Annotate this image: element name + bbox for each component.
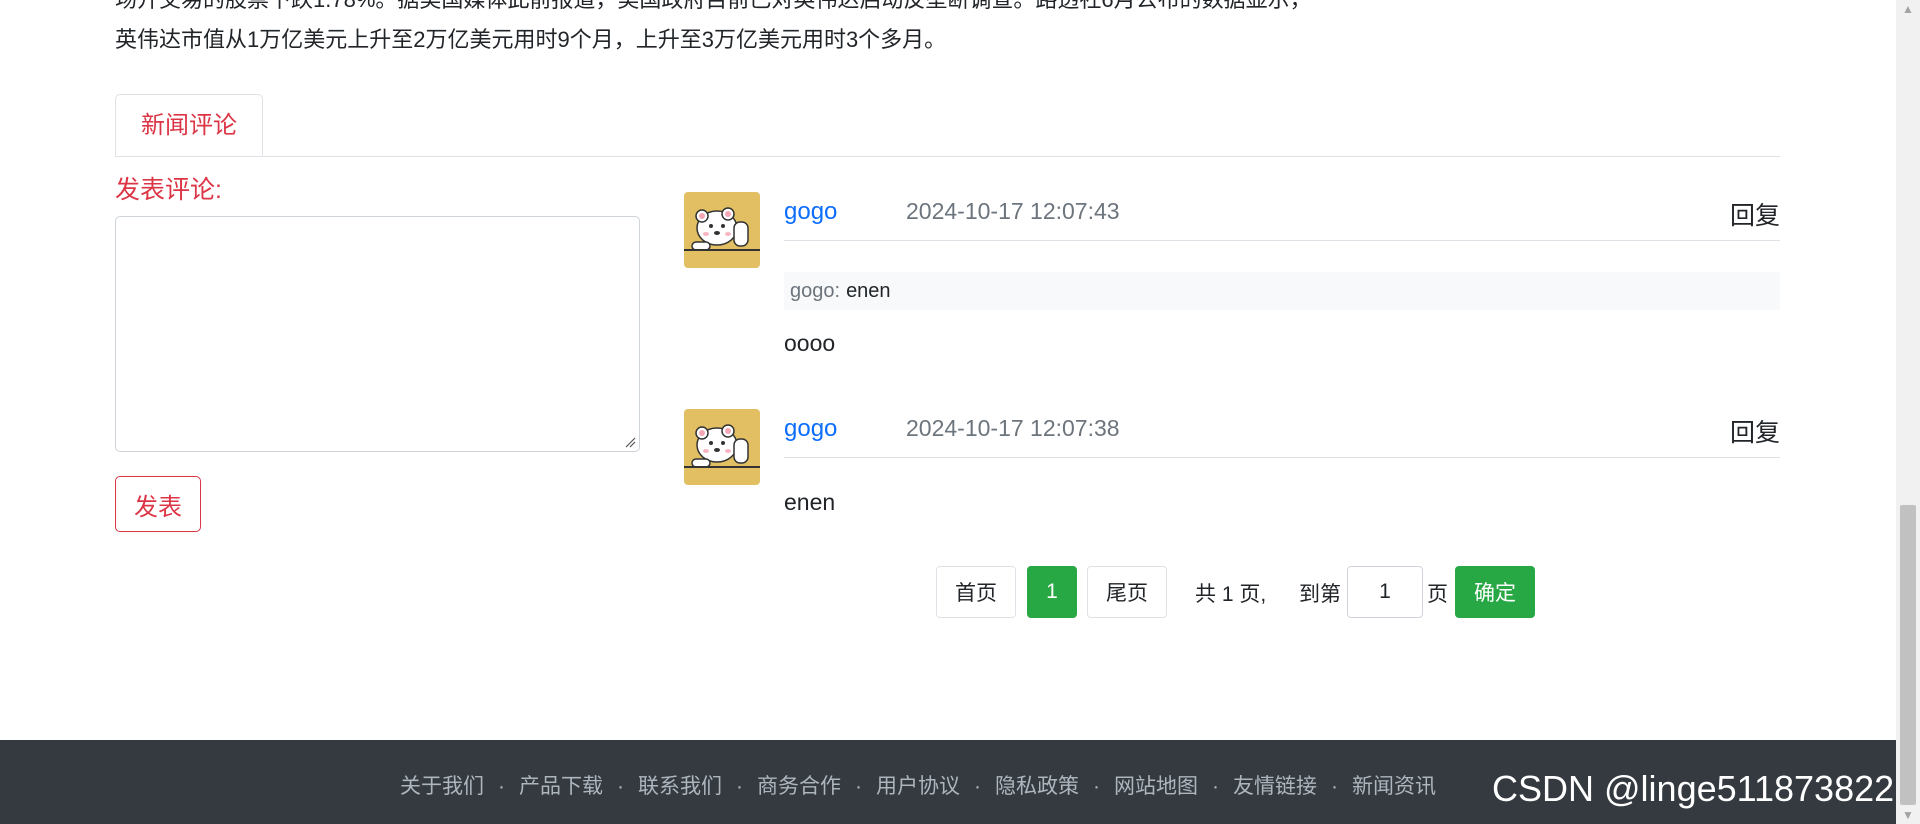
tab-news-comments[interactable]: 新闻评论 (115, 94, 263, 156)
page-number-button[interactable]: 1 (1027, 566, 1077, 618)
footer-link-business[interactable]: 商务合作 (757, 775, 841, 798)
quoted-reply: gogo: enen (784, 272, 1780, 310)
scrollbar-thumb[interactable] (1900, 505, 1916, 805)
footer-separator: · (498, 775, 505, 798)
footer-separator: · (855, 775, 862, 798)
scroll-down-arrow-icon[interactable]: ▼ (1896, 806, 1920, 824)
comment-item: gogo 2024-10-17 12:07:43 回复 gogo: enen oo… (684, 192, 1780, 372)
article-text: 场开交易的股票下跌1.78%。据美国媒体此前报道，美国政府目前已对英伟达启动反垄… (115, 0, 1780, 60)
csdn-watermark: CSDN @linge511873822 (1492, 768, 1895, 809)
footer-separator: · (736, 775, 743, 798)
confirm-goto-button[interactable]: 确定 (1455, 566, 1535, 618)
comment-body: enen (784, 489, 836, 515)
footer-link-privacy[interactable]: 隐私政策 (995, 775, 1079, 798)
polar-bear-avatar-icon (684, 409, 760, 485)
comment-header: gogo 2024-10-17 12:07:43 回复 (784, 192, 1780, 241)
footer-separator: · (1212, 775, 1219, 798)
scroll-up-arrow-icon[interactable]: ▲ (1896, 0, 1920, 18)
comment-tabs: 新闻评论 (115, 94, 1780, 157)
quoted-username: gogo: (790, 280, 841, 302)
comment-username[interactable]: gogo (784, 198, 837, 226)
footer-separator: · (617, 775, 624, 798)
polar-bear-avatar-icon (684, 192, 760, 268)
comment-form-label: 发表评论: (115, 176, 222, 204)
reply-button[interactable]: 回复 (1730, 196, 1780, 232)
footer-separator: · (1331, 775, 1338, 798)
goto-page-input[interactable] (1347, 566, 1423, 618)
article-line: 场开交易的股票下跌1.78%。据美国媒体此前报道，美国政府目前已对英伟达启动反垄… (115, 0, 1780, 20)
vertical-scrollbar[interactable]: ▲ ▼ (1896, 0, 1920, 824)
first-page-button[interactable]: 首页 (936, 566, 1016, 618)
footer-link-sitemap[interactable]: 网站地图 (1114, 775, 1198, 798)
footer-separator: · (1093, 775, 1100, 798)
goto-suffix-text: 页 (1427, 583, 1448, 606)
comment-item: gogo 2024-10-17 12:07:38 回复 enen (684, 409, 1780, 529)
comment-body: oooo (784, 330, 836, 356)
comment-timestamp: 2024-10-17 12:07:43 (906, 198, 1120, 224)
submit-comment-button[interactable]: 发表 (115, 476, 201, 532)
comment-timestamp: 2024-10-17 12:07:38 (906, 415, 1120, 441)
footer-link-agreement[interactable]: 用户协议 (876, 775, 960, 798)
footer-link-news[interactable]: 新闻资讯 (1352, 775, 1436, 798)
footer-separator: · (974, 775, 981, 798)
footer-link-about[interactable]: 关于我们 (400, 775, 484, 798)
footer-links: 关于我们 · 产品下载 · 联系我们 · 商务合作 · 用户协议 · 隐私政策 · 网站地图 · 友情链接 ·… (400, 770, 1436, 800)
footer-link-friends[interactable]: 友情链接 (1233, 775, 1317, 798)
comment-header: gogo 2024-10-17 12:07:38 回复 (784, 409, 1780, 458)
total-pages-text: 共 1 页, (1195, 583, 1267, 606)
last-page-button[interactable]: 尾页 (1087, 566, 1167, 618)
resize-handle-icon[interactable] (624, 436, 636, 448)
footer-link-download[interactable]: 产品下载 (519, 775, 603, 798)
footer-link-contact[interactable]: 联系我们 (638, 775, 722, 798)
comment-textarea[interactable] (115, 216, 640, 452)
quoted-text: enen (846, 280, 891, 302)
article-line: 英伟达市值从1万亿美元上升至2万亿美元用时9个月，上升至3万亿美元用时3个多月。 (115, 27, 947, 52)
goto-prefix-text: 到第 (1299, 583, 1341, 606)
comment-username[interactable]: gogo (784, 415, 837, 443)
reply-button[interactable]: 回复 (1730, 413, 1780, 449)
